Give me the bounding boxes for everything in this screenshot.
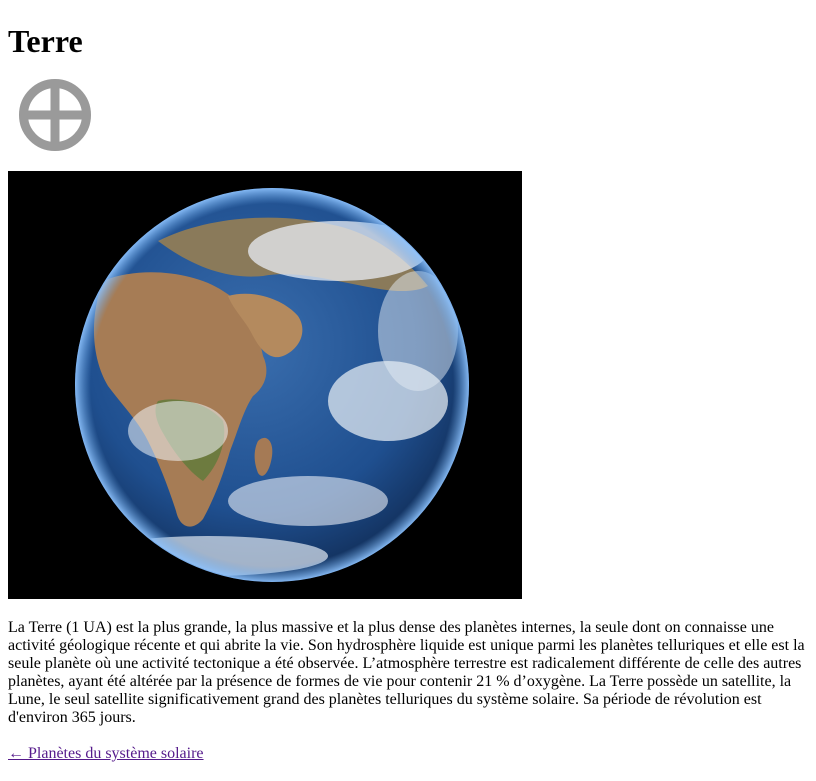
earth-symbol-icon — [19, 79, 91, 151]
earth-globe-photo — [8, 171, 522, 599]
page-title: Terre — [8, 23, 83, 59]
page: Terre La Terre (1 UA) est la plus grande… — [0, 0, 816, 781]
back-to-planets-link[interactable]: ← Planètes du système solaire — [8, 745, 204, 763]
planet-description: La Terre (1 UA) est la plus grande, la p… — [8, 619, 805, 726]
